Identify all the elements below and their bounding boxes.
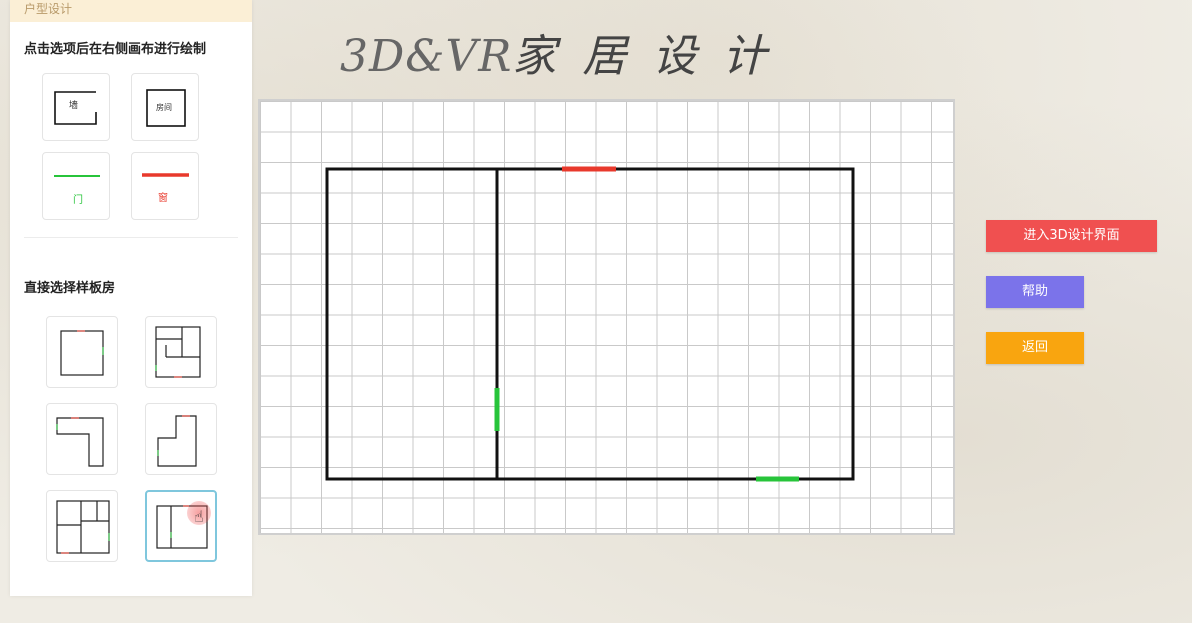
wall-tool-button[interactable]: 墙: [42, 73, 110, 141]
template-multi-room[interactable]: [145, 316, 217, 388]
template-step-shape-thumb: [146, 404, 218, 476]
template-square[interactable]: [46, 316, 118, 388]
template-multi-room-thumb: [146, 317, 218, 389]
wall-tool-label: 墙: [69, 98, 78, 111]
draw-section-title: 点击选项后在右侧画布进行绘制: [24, 38, 206, 57]
title-latin: 3D&VR: [340, 31, 512, 82]
door-tool-button[interactable]: 门: [42, 152, 110, 220]
window-icon: [132, 153, 200, 221]
template-section-title: 直接选择样板房: [24, 277, 115, 296]
panel-header: 户型设计: [10, 0, 252, 22]
floorplan-canvas[interactable]: [258, 99, 955, 535]
floorplan-drawing: [260, 101, 957, 537]
title-cn: 家 居 设 计: [512, 31, 772, 82]
template-square-thumb: [47, 317, 119, 389]
panel-divider: [24, 237, 238, 238]
template-step-shape[interactable]: [145, 403, 217, 475]
template-four-room-thumb: [47, 491, 119, 563]
template-two-room-thumb: [147, 492, 217, 562]
window-tool-button[interactable]: 窗: [131, 152, 199, 220]
room-tool-label: 房间: [156, 102, 172, 113]
room-tool-button[interactable]: 房间: [131, 73, 199, 141]
door-tool-label: 门: [73, 191, 83, 206]
hand-cursor-icon: ☝: [194, 507, 204, 526]
floorplan-walls: [327, 169, 853, 479]
template-l-shape[interactable]: [46, 403, 118, 475]
help-button[interactable]: 帮助: [986, 276, 1084, 308]
page-title: 3D&VR家 居 设 计: [340, 20, 772, 84]
door-icon: [43, 153, 111, 221]
template-two-room[interactable]: [145, 490, 217, 562]
design-panel: 户型设计 点击选项后在右侧画布进行绘制 墙 房间 门 窗 直接选择样板房: [10, 0, 252, 596]
window-tool-label: 窗: [158, 189, 168, 204]
outer-wall: [327, 169, 853, 479]
template-l-shape-thumb: [47, 404, 119, 476]
enter-3d-button[interactable]: 进入3D设计界面: [986, 220, 1157, 252]
back-button[interactable]: 返回: [986, 332, 1084, 364]
template-four-room[interactable]: [46, 490, 118, 562]
